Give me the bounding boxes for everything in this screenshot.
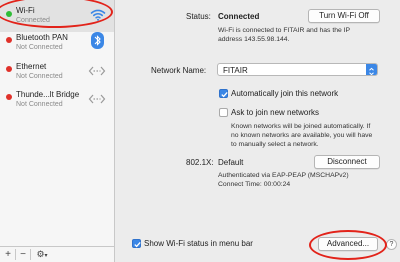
remove-service-button[interactable]: − — [18, 248, 28, 261]
auth-info: Authenticated via EAP-PEAP (MSCHAPv2) — [218, 172, 349, 179]
connect-time: Connect Time: 00:00:24 — [218, 181, 291, 188]
status-description: address 143.55.98.144. — [218, 36, 290, 43]
help-button[interactable]: ? — [386, 239, 397, 250]
service-status: Not Connected — [16, 101, 63, 108]
show-status-label: Show Wi-Fi status in menu bar — [144, 239, 253, 248]
chevron-down-icon: ▾ — [44, 253, 48, 259]
dot1x-label: 802.1X: — [186, 158, 214, 167]
divider — [30, 249, 31, 260]
status-dot-green — [6, 11, 12, 17]
auto-join-checkbox[interactable] — [219, 89, 228, 98]
service-name: Wi-Fi — [16, 6, 35, 15]
network-name-label: Network Name: — [151, 66, 207, 75]
show-status-checkbox[interactable] — [132, 239, 141, 248]
ask-join-label: Ask to join new networks — [231, 108, 320, 117]
wifi-icon — [90, 8, 106, 26]
action-menu-button[interactable]: ⚙▾ — [33, 248, 51, 261]
network-name-select[interactable]: FITAIR — [217, 63, 378, 76]
service-name: Thunde...lt Bridge — [16, 90, 80, 99]
sidebar-footer: + − ⚙▾ — [0, 246, 114, 262]
status-dot-red — [6, 66, 12, 72]
status-label: Status: — [186, 12, 211, 21]
service-status: Not Connected — [16, 44, 63, 51]
service-item-thunderbolt-bridge[interactable]: Thunde...lt Bridge Not Connected — [0, 85, 114, 117]
turn-wifi-off-button[interactable]: Turn Wi-Fi Off — [308, 9, 380, 23]
service-item-wifi[interactable]: Wi-Fi Connected — [0, 0, 114, 32]
ask-join-description: Known networks will be joined automatica… — [231, 123, 371, 130]
service-name: Ethernet — [16, 62, 47, 71]
status-dot-red — [6, 37, 12, 43]
network-name-value: FITAIR — [223, 66, 248, 75]
disconnect-button[interactable]: Disconnect — [314, 155, 380, 169]
auto-join-label: Automatically join this network — [231, 89, 339, 98]
service-status: Not Connected — [16, 73, 63, 80]
ask-join-checkbox[interactable] — [219, 108, 228, 117]
advanced-button[interactable]: Advanced... — [318, 237, 378, 251]
service-name: Bluetooth PAN — [16, 33, 68, 42]
gear-icon: ⚙ — [36, 249, 45, 259]
ask-join-description: no known networks are available, you wil… — [231, 132, 373, 139]
chevron-up-down-icon — [366, 64, 377, 76]
checkmark-icon — [221, 91, 228, 98]
status-value: Connected — [218, 12, 260, 21]
status-description: Wi-Fi is connected to FITAIR and has the… — [218, 27, 351, 34]
service-status: Connected — [16, 17, 50, 24]
add-service-button[interactable]: + — [3, 248, 13, 261]
ethernet-icon — [88, 64, 106, 82]
network-services-sidebar: Wi-Fi Connected Bluetooth PAN Not Connec… — [0, 0, 115, 262]
checkmark-icon — [134, 241, 141, 248]
status-dot-red — [6, 94, 12, 100]
ethernet-icon — [88, 92, 106, 110]
dot1x-value: Default — [218, 158, 244, 167]
ask-join-description: to manually select a network. — [231, 141, 319, 148]
bluetooth-icon — [91, 32, 104, 54]
divider — [15, 249, 16, 260]
